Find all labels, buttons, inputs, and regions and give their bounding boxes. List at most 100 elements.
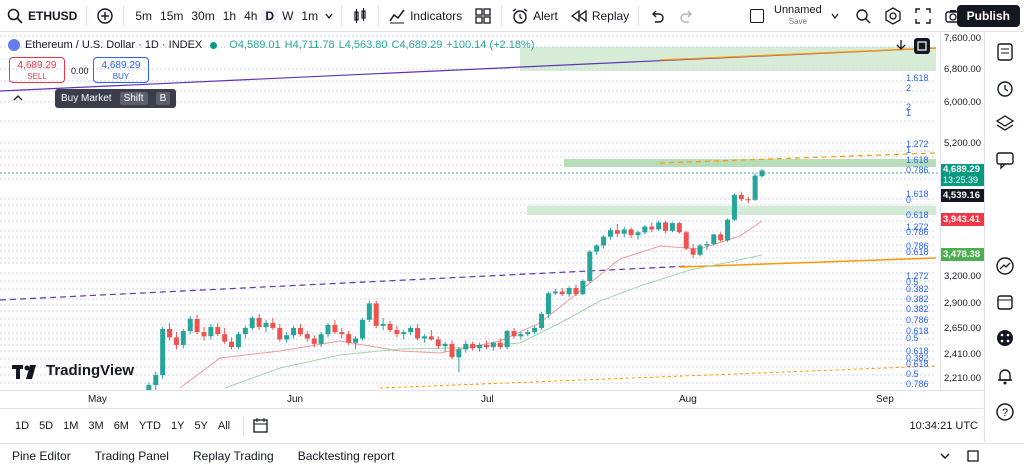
candle-up <box>504 331 510 348</box>
sell-button[interactable]: 4,689.29 SELL <box>9 57 65 83</box>
layout-name[interactable]: Unnamed Save <box>744 0 846 32</box>
candle-up <box>635 232 641 236</box>
range-all[interactable]: All <box>213 420 235 432</box>
timeframe-15m[interactable]: 15m <box>156 9 187 23</box>
layout-save-state: Save <box>788 16 807 26</box>
alerts-clock-icon[interactable] <box>995 78 1015 98</box>
candle-down <box>628 229 634 236</box>
quick-search-button[interactable] <box>848 0 878 32</box>
price-axis[interactable]: 7,600.00 6,800.00 6,000.00 5,200.00 4,68… <box>940 33 985 390</box>
symbol-search[interactable]: ETHUSD <box>0 0 83 32</box>
templates-button[interactable] <box>468 0 498 32</box>
candle-up <box>180 331 186 345</box>
fib-level-label: 1 <box>906 145 912 155</box>
watchlist-icon[interactable] <box>995 42 1015 62</box>
help-icon[interactable]: ? <box>995 402 1015 422</box>
chevron-down-icon[interactable] <box>830 11 840 21</box>
timeframe-w[interactable]: W <box>278 9 297 23</box>
range-1y[interactable]: 1Y <box>166 420 189 432</box>
calendar-icon[interactable] <box>995 292 1015 312</box>
candle-up <box>601 236 607 246</box>
range-5d[interactable]: 5D <box>34 420 58 432</box>
tab-replay-trading[interactable]: Replay Trading <box>181 449 286 463</box>
settings-button[interactable] <box>878 0 908 32</box>
range-1d[interactable]: 1D <box>10 420 34 432</box>
download-arrow-icon[interactable] <box>893 37 909 53</box>
legend-change: +100.14 (+2.18%) <box>446 39 535 51</box>
timeframe-5m[interactable]: 5m <box>131 9 156 23</box>
time-label-aug: Aug <box>679 394 697 405</box>
fullscreen-button[interactable] <box>908 0 938 32</box>
notifications-icon[interactable] <box>995 366 1015 386</box>
candle-up <box>284 335 290 340</box>
maximize-panel-icon[interactable] <box>966 449 980 463</box>
candle-up <box>725 219 731 241</box>
candle-up <box>325 324 331 335</box>
range-3m[interactable]: 3M <box>83 420 108 432</box>
legend-title[interactable]: Ethereum / U.S. Dollar · 1D · INDEX <box>25 39 202 51</box>
tab-backtesting-report[interactable]: Backtesting report <box>286 449 407 463</box>
candle-down <box>270 322 276 328</box>
data-window-icon[interactable] <box>995 114 1015 134</box>
spread-value: 0.00 <box>71 66 89 76</box>
price-tick: 5,200.00 <box>944 138 981 149</box>
tradingview-mark-icon <box>12 364 36 379</box>
buy-price: 4,689.29 <box>101 60 141 71</box>
fib-level-label: 0.786 <box>906 165 929 175</box>
indicators-button[interactable]: Indicators <box>382 0 468 32</box>
buy-button[interactable]: 4,689.29 BUY <box>93 57 149 83</box>
time-label-sep: Sep <box>876 394 894 405</box>
signal-icon[interactable] <box>995 256 1015 276</box>
utc-clock[interactable]: 10:34:21 UTC <box>910 420 978 432</box>
timeframe-d[interactable]: D <box>261 8 279 23</box>
timeframe-1h[interactable]: 1h <box>219 9 240 23</box>
tab-trading-panel[interactable]: Trading Panel <box>83 449 181 463</box>
redo-button[interactable] <box>672 0 702 32</box>
timeframe-1m[interactable]: 1m <box>297 9 322 23</box>
chevron-down-icon[interactable] <box>324 11 334 21</box>
range-1m[interactable]: 1M <box>58 420 83 432</box>
candle-up <box>401 332 407 335</box>
price-chart[interactable] <box>0 33 940 390</box>
time-axis[interactable]: May Jun Jul Aug Sep <box>0 390 984 408</box>
candle-up <box>463 343 469 350</box>
last-price-value: 4,689.29 <box>943 164 980 175</box>
fib-level-label: 1.618 <box>906 155 929 165</box>
candle-down <box>339 332 345 335</box>
range-5y[interactable]: 5Y <box>189 420 212 432</box>
chart-pane[interactable] <box>0 33 940 390</box>
ideas-icon[interactable] <box>995 328 1015 348</box>
candle-down <box>511 331 517 337</box>
undo-icon <box>652 10 664 23</box>
candle-down <box>676 223 682 233</box>
tab-pine-editor[interactable]: Pine Editor <box>0 449 83 463</box>
timeframe-30m[interactable]: 30m <box>187 9 218 23</box>
chevron-down-icon[interactable] <box>938 449 952 463</box>
candle-down <box>394 330 400 335</box>
range-6m[interactable]: 6M <box>109 420 134 432</box>
candle-up <box>656 222 662 230</box>
maximize-pane-icon[interactable] <box>913 37 931 55</box>
replay-button[interactable]: Replay <box>564 0 635 32</box>
candle-up <box>235 334 241 348</box>
timeframe-group: 5m 15m 30m 1h 4h D W 1m <box>127 0 338 32</box>
logo-wordmark: TradingView <box>46 362 135 379</box>
bar-countdown: 13:25:39 <box>943 175 979 185</box>
chart-type-button[interactable] <box>345 0 375 32</box>
undo-button[interactable] <box>642 0 672 32</box>
chat-icon[interactable] <box>995 150 1015 170</box>
compare-symbol-button[interactable] <box>90 0 120 32</box>
alert-button[interactable]: Alert <box>505 0 564 32</box>
calendar-goto-icon[interactable] <box>252 417 270 435</box>
plus-circle-icon <box>97 7 114 24</box>
candle-up <box>263 322 269 327</box>
svg-text:?: ? <box>1002 407 1008 419</box>
candle-down <box>614 230 620 234</box>
candle-up <box>208 326 214 337</box>
publish-button[interactable]: Publish <box>956 5 1020 27</box>
timeframe-4h[interactable]: 4h <box>240 9 261 23</box>
range-ytd[interactable]: YTD <box>134 420 166 432</box>
candle-down <box>332 324 338 333</box>
legend-open: O4,589.01 <box>229 39 281 51</box>
collapse-legend-icon[interactable] <box>12 93 24 103</box>
